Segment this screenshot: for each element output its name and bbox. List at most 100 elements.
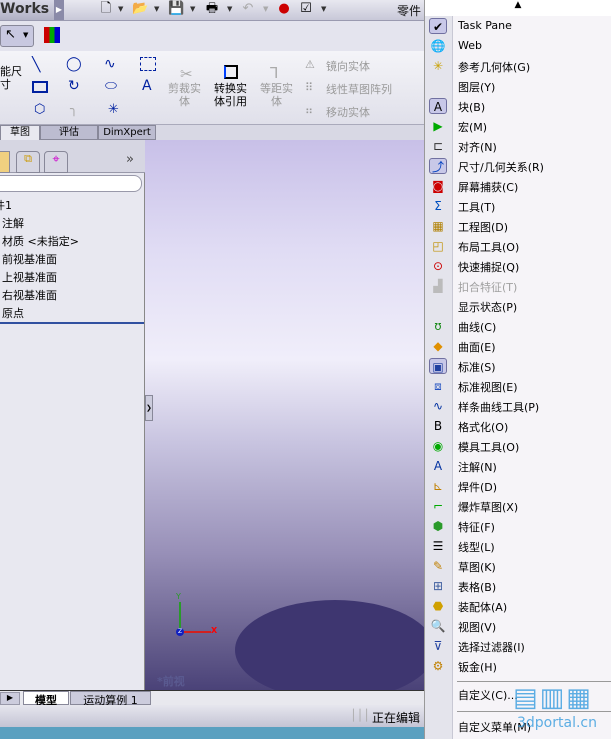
property-manager-tab[interactable] <box>0 151 10 173</box>
tab-scroll-right[interactable]: ▶ <box>0 692 20 705</box>
tab-evaluate[interactable]: 评估 <box>40 125 98 140</box>
menu-item-label: 标准视图(E) <box>458 381 518 394</box>
menu-item-label: 装配体(A) <box>458 601 508 614</box>
mirror-entities-button[interactable]: 镜向实体 <box>326 60 370 73</box>
menu-item-quick-snap[interactable]: ⊙ 快速捕捉(Q) <box>425 256 611 276</box>
dimxpert-manager-tab[interactable]: ⌖ <box>44 151 68 173</box>
print-icon[interactable]: 🖶 <box>204 1 220 17</box>
menu-item-tools[interactable]: Σ 工具(T) <box>425 196 611 216</box>
menu-item-sheet-metal[interactable]: ⚙ 钣金(H) <box>425 656 611 676</box>
select-button[interactable]: ↖ ▼ <box>0 25 34 47</box>
menu-item-globe[interactable]: 🌐 Web <box>425 36 611 56</box>
graphics-viewport[interactable]: ❯ Y X Z *前视 <box>145 140 435 700</box>
menu-item-layout[interactable]: ◰ 布局工具(O) <box>425 236 611 256</box>
undo-icon[interactable]: ↶ <box>240 1 256 17</box>
smart-dimension-button[interactable]: 能尺 寸 <box>0 65 22 91</box>
trim-entities-button[interactable]: 剪裁实 体 <box>168 82 201 108</box>
menu-item-sketch[interactable]: ✎ 草图(K) <box>425 556 611 576</box>
menu-item-block[interactable]: A 块(B) <box>425 96 611 116</box>
move-entities-button[interactable]: 移动实体 <box>326 106 370 119</box>
features-icon: ⬢ <box>432 519 444 533</box>
spline-icon[interactable]: ∿ <box>104 56 116 72</box>
new-file-icon[interactable]: 🗋 <box>98 1 114 17</box>
menu-item-label: 对齐(N) <box>458 141 497 154</box>
tree-item[interactable]: 前视基准面 <box>2 251 57 267</box>
menu-item-label: 表格(B) <box>458 581 497 594</box>
convert-entities-button[interactable]: 转换实 体引用 <box>214 82 247 108</box>
menu-item-curve[interactable]: ʊ 曲线(C) <box>425 316 611 336</box>
menu-item-format[interactable]: B 格式化(O) <box>425 416 611 436</box>
menu-item-label: 草图(K) <box>458 561 496 574</box>
point-icon[interactable]: ✳ <box>108 102 119 117</box>
tree-item[interactable]: 件1 <box>0 197 12 213</box>
fillet-icon[interactable]: ╮ <box>70 102 78 117</box>
y-axis-label: Y <box>176 592 181 601</box>
menu-item-label: 自定义(C)... <box>458 689 518 702</box>
menu-item-table[interactable]: ⊞ 表格(B) <box>425 576 611 596</box>
tab-motion-study[interactable]: 运动算例 1 <box>70 691 151 707</box>
explode-sketch-icon: ⌐ <box>432 499 444 513</box>
menu-item-drawing[interactable]: ▦ 工程图(D) <box>425 216 611 236</box>
text-icon[interactable]: A <box>142 78 152 94</box>
app-menu-arrow[interactable]: ▶ <box>54 0 64 20</box>
menu-item-reference-geometry[interactable]: ✳ 参考几何体(G) <box>425 56 611 76</box>
x-axis <box>181 631 211 633</box>
menu-item-spline[interactable]: ∿ 样条曲线工具(P) <box>425 396 611 416</box>
menu-item-macro[interactable]: ▶ 宏(M) <box>425 116 611 136</box>
options-icon[interactable]: ☑ <box>298 1 314 17</box>
tree-item[interactable]: 右视基准面 <box>2 287 57 303</box>
line-icon[interactable]: ╲ <box>32 57 40 73</box>
menu-item-view[interactable]: 🔍 视图(V) <box>425 616 611 636</box>
menu-item-assembly[interactable]: ⬣ 装配体(A) <box>425 596 611 616</box>
save-icon[interactable]: 💾 <box>168 1 184 17</box>
tab-sketch[interactable]: 草图 <box>0 125 40 140</box>
menu-item-dimension[interactable]: ⤴ 尺寸/几何关系(R) <box>425 156 611 176</box>
offset-entities-button[interactable]: 等距实 体 <box>260 82 293 108</box>
construction-geometry-icon[interactable] <box>140 57 156 71</box>
tab-dimxpert[interactable]: DimXpert <box>98 125 156 140</box>
menu-item-label: 钣金(H) <box>458 661 497 674</box>
linear-pattern-button[interactable]: 线性草图阵列 <box>326 83 392 96</box>
rebuild-icon[interactable]: ● <box>276 1 292 17</box>
trim-icon: ✂ <box>180 65 193 83</box>
appearance-icon[interactable] <box>44 27 60 43</box>
selection-filter-icon: ⊽ <box>433 639 443 653</box>
open-file-icon[interactable]: 📂 <box>132 1 148 17</box>
menu-item-mold[interactable]: ◉ 模具工具(O) <box>425 436 611 456</box>
menu-item-standard-views[interactable]: ⧈ 标准视图(E) <box>425 376 611 396</box>
menu-item-screen-capture[interactable]: ◙ 屏幕捕获(C) <box>425 176 611 196</box>
menu-item-features[interactable]: ⬢ 特征(F) <box>425 516 611 536</box>
menu-item-surface[interactable]: ◆ 曲面(E) <box>425 336 611 356</box>
menu-item-standard[interactable]: ▣ 标准(S) <box>425 356 611 376</box>
tab-model[interactable]: 模型 <box>23 691 69 707</box>
menu-item-weldment[interactable]: ⊾ 焊件(D) <box>425 476 611 496</box>
menu-item-selection-filter[interactable]: ⊽ 选择过滤器(I) <box>425 636 611 656</box>
menu-item-fastening[interactable]: ▟ 扣合特征(T) <box>425 276 611 296</box>
watermark-url: 3dportal.cn <box>517 715 597 731</box>
arc-icon[interactable]: ↻ <box>68 78 80 94</box>
configuration-manager-tab[interactable]: ⧉ <box>16 151 40 173</box>
tree-item[interactable]: 注解 <box>2 215 24 231</box>
scroll-up-arrow[interactable]: ▲ <box>425 0 611 16</box>
command-manager: 能尺 寸 ╲ ◯ ∿ ↻ ⬭ A ⬡ ╮ ✳ ✂ 剪裁实 体 转换实 体引用 ⅂… <box>0 51 424 125</box>
menu-item-annotation[interactable]: A 注解(N) <box>425 456 611 476</box>
panel-splitter[interactable] <box>0 322 144 324</box>
menu-item-item-14[interactable]: 显示状态(P) <box>425 296 611 316</box>
rectangle-icon[interactable] <box>32 81 48 93</box>
menu-item-align[interactable]: ⊏ 对齐(N) <box>425 136 611 156</box>
tree-filter-input[interactable] <box>0 175 142 192</box>
menu-item-check[interactable]: ✔ Task Pane <box>425 16 611 36</box>
tree-item[interactable]: 材质 <未指定> <box>2 233 79 249</box>
view-label: *前视 <box>157 675 185 688</box>
tree-item[interactable]: 原点 <box>2 305 24 321</box>
menu-item-explode-sketch[interactable]: ⌐ 爆炸草图(X) <box>425 496 611 516</box>
ellipse-icon[interactable]: ⬭ <box>105 78 117 94</box>
tree-item[interactable]: 上视基准面 <box>2 269 57 285</box>
menu-item-item-3[interactable]: 图层(Y) <box>425 76 611 96</box>
menu-item-label: 块(B) <box>458 101 486 114</box>
polygon-icon[interactable]: ⬡ <box>34 102 45 117</box>
menu-item-line-format[interactable]: ☰ 线型(L) <box>425 536 611 556</box>
more-tabs-chevron[interactable]: » <box>126 152 134 167</box>
panel-collapse-handle[interactable]: ❯ <box>145 395 153 421</box>
circle-icon[interactable]: ◯ <box>66 56 82 72</box>
